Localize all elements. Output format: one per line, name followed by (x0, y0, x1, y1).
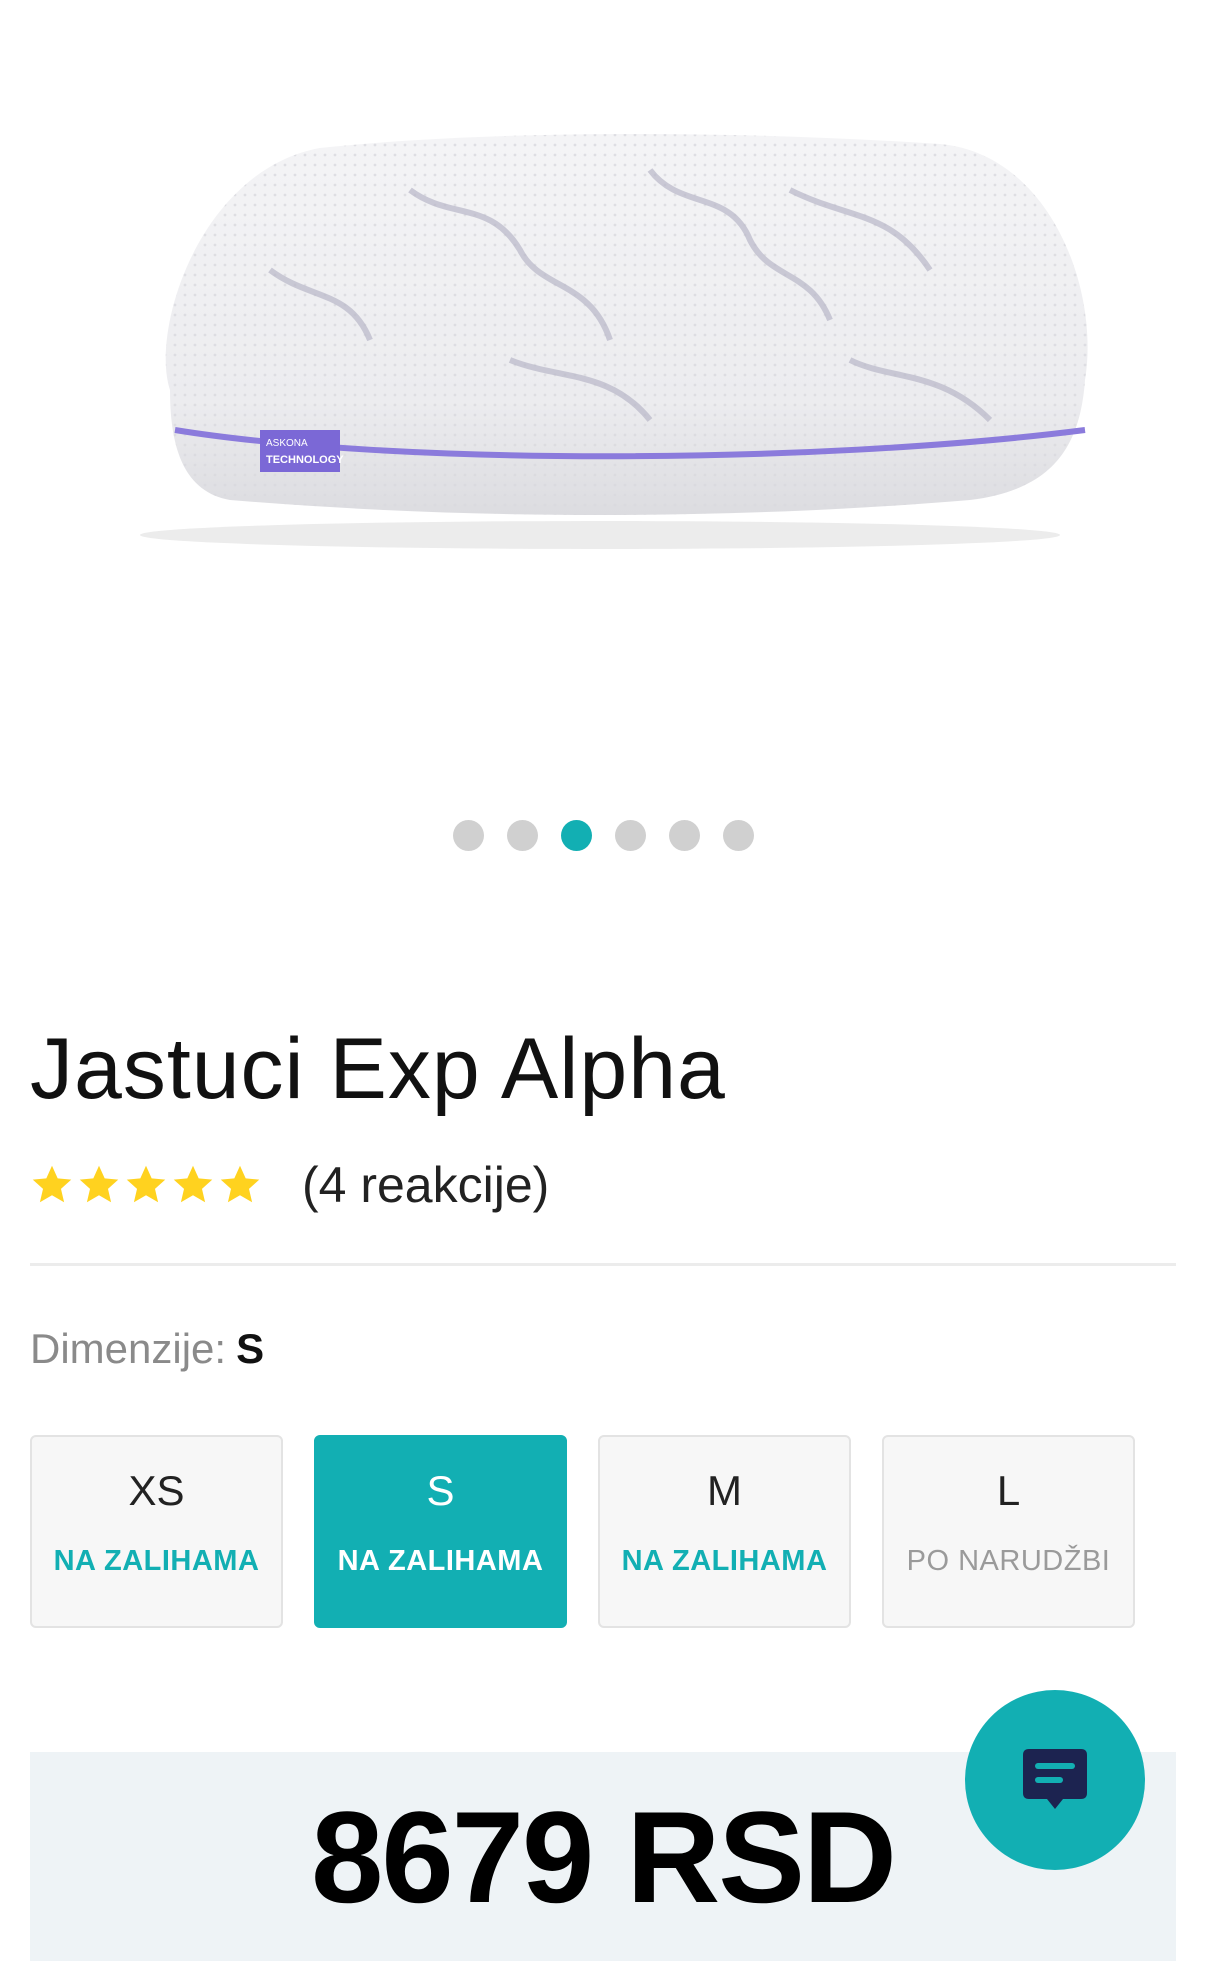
star-icon (126, 1165, 166, 1203)
chat-icon (1023, 1749, 1087, 1809)
gallery-dot-6[interactable] (722, 820, 754, 851)
size-label: M (707, 1467, 742, 1514)
size-label: XS (128, 1467, 185, 1514)
gallery-dot-4[interactable] (614, 820, 646, 851)
dimensions-selected-value: S (236, 1325, 265, 1372)
dimensions-label: Dimenzije: (30, 1325, 227, 1372)
size-label: S (426, 1467, 455, 1514)
gallery-dot-3[interactable] (560, 820, 592, 851)
size-option-xs[interactable]: XS NA ZALIHAMA (30, 1435, 283, 1628)
size-selector: XS NA ZALIHAMA S NA ZALIHAMA M NA ZALIHA… (30, 1435, 1135, 1628)
rating-row: (4 reakcije) (30, 1155, 549, 1215)
star-icon (79, 1165, 119, 1203)
divider (30, 1263, 1176, 1266)
product-title: Jastuci Exp Alpha (30, 1021, 726, 1117)
price: 8679 RSD (311, 1783, 897, 1930)
stock-status: NA ZALIHAMA (337, 1545, 544, 1577)
star-icon (220, 1165, 260, 1203)
product-gallery[interactable]: ASKONA TECHNOLOGY (0, 0, 1206, 900)
gallery-dot-2[interactable] (506, 820, 538, 851)
gallery-dot-1[interactable] (452, 820, 484, 851)
stock-status: PO NARUDŽBI (906, 1545, 1111, 1577)
star-rating (30, 1163, 262, 1207)
product-image: ASKONA TECHNOLOGY (140, 133, 1088, 549)
stock-status: NA ZALIHAMA (621, 1545, 828, 1577)
badge-line1: ASKONA (266, 438, 308, 449)
size-option-m[interactable]: M NA ZALIHAMA (598, 1435, 851, 1628)
size-option-s[interactable]: S NA ZALIHAMA (314, 1435, 567, 1628)
star-icon (32, 1165, 72, 1203)
gallery-dot-5[interactable] (668, 820, 700, 851)
reviews-link[interactable]: (4 reakcije) (302, 1156, 549, 1214)
star-icon (173, 1165, 213, 1203)
stock-status: NA ZALIHAMA (53, 1545, 260, 1577)
size-option-l[interactable]: L PO NARUDŽBI (882, 1435, 1135, 1628)
dimensions-label-row: Dimenzije: S (30, 1325, 264, 1373)
size-label: L (996, 1467, 1021, 1514)
badge-line2: TECHNOLOGY (266, 454, 344, 466)
chat-button[interactable] (965, 1690, 1145, 1870)
gallery-pagination (0, 820, 1206, 851)
